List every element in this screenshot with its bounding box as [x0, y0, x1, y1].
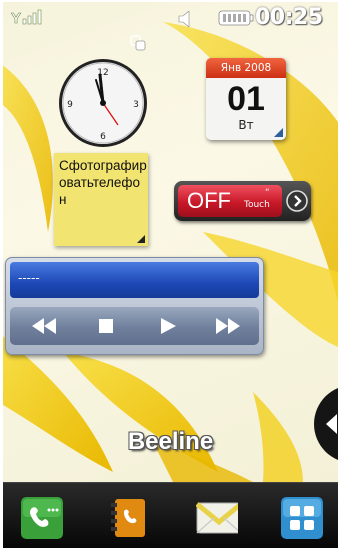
- svg-text:Y: Y: [11, 10, 21, 26]
- toggle-touch-label: Touch: [244, 200, 270, 210]
- touch-lock-toggle[interactable]: OFF “ Touch: [174, 181, 311, 221]
- calendar-widget[interactable]: Янв 2008 01 Вт: [206, 58, 286, 140]
- analog-clock-icon[interactable]: 12 3 6 9: [57, 57, 149, 149]
- contacts-icon[interactable]: [109, 497, 151, 539]
- rewind-icon[interactable]: [24, 311, 64, 341]
- resize-corner-icon: [137, 235, 145, 243]
- toggle-quote-mark: “: [265, 188, 270, 198]
- player-controls: [10, 307, 259, 345]
- messages-icon[interactable]: [196, 497, 238, 539]
- status-bar: Y 00:25: [3, 2, 338, 32]
- memo-text: Сфотографироватьтелефон: [59, 158, 147, 207]
- music-player-widget: -----: [5, 257, 264, 355]
- status-time: 00:25: [255, 5, 323, 30]
- calendar-day: 01: [227, 80, 265, 118]
- resize-corner-icon: [274, 128, 283, 137]
- track-title: -----: [18, 271, 40, 285]
- track-display[interactable]: -----: [10, 262, 259, 298]
- calendar-month: Янв 2008: [206, 58, 286, 78]
- sync-icon[interactable]: [130, 35, 146, 51]
- battery-icon: [218, 10, 254, 26]
- svg-text:6: 6: [100, 132, 106, 142]
- svg-text:9: 9: [67, 100, 73, 110]
- operator-name: Beeline: [127, 428, 214, 455]
- chevron-right-icon[interactable]: [286, 190, 308, 212]
- home-screen: Y 00:25 12 3 6 9 Янв 2008 01 Вт Сфотогра…: [3, 2, 338, 548]
- toggle-state-panel: OFF “ Touch: [178, 185, 282, 217]
- speaker-icon: [178, 11, 190, 27]
- dock-bar: [3, 482, 338, 548]
- memo-note-widget[interactable]: Сфотографироватьтелефон: [54, 153, 148, 246]
- stop-icon[interactable]: [86, 311, 126, 341]
- play-icon[interactable]: [148, 311, 188, 341]
- menu-icon[interactable]: [281, 497, 323, 539]
- fast-forward-icon[interactable]: [208, 311, 248, 341]
- toggle-state-label: OFF: [187, 188, 231, 213]
- svg-text:3: 3: [133, 100, 139, 110]
- signal-icon: Y: [11, 9, 42, 26]
- phone-icon[interactable]: [21, 497, 63, 539]
